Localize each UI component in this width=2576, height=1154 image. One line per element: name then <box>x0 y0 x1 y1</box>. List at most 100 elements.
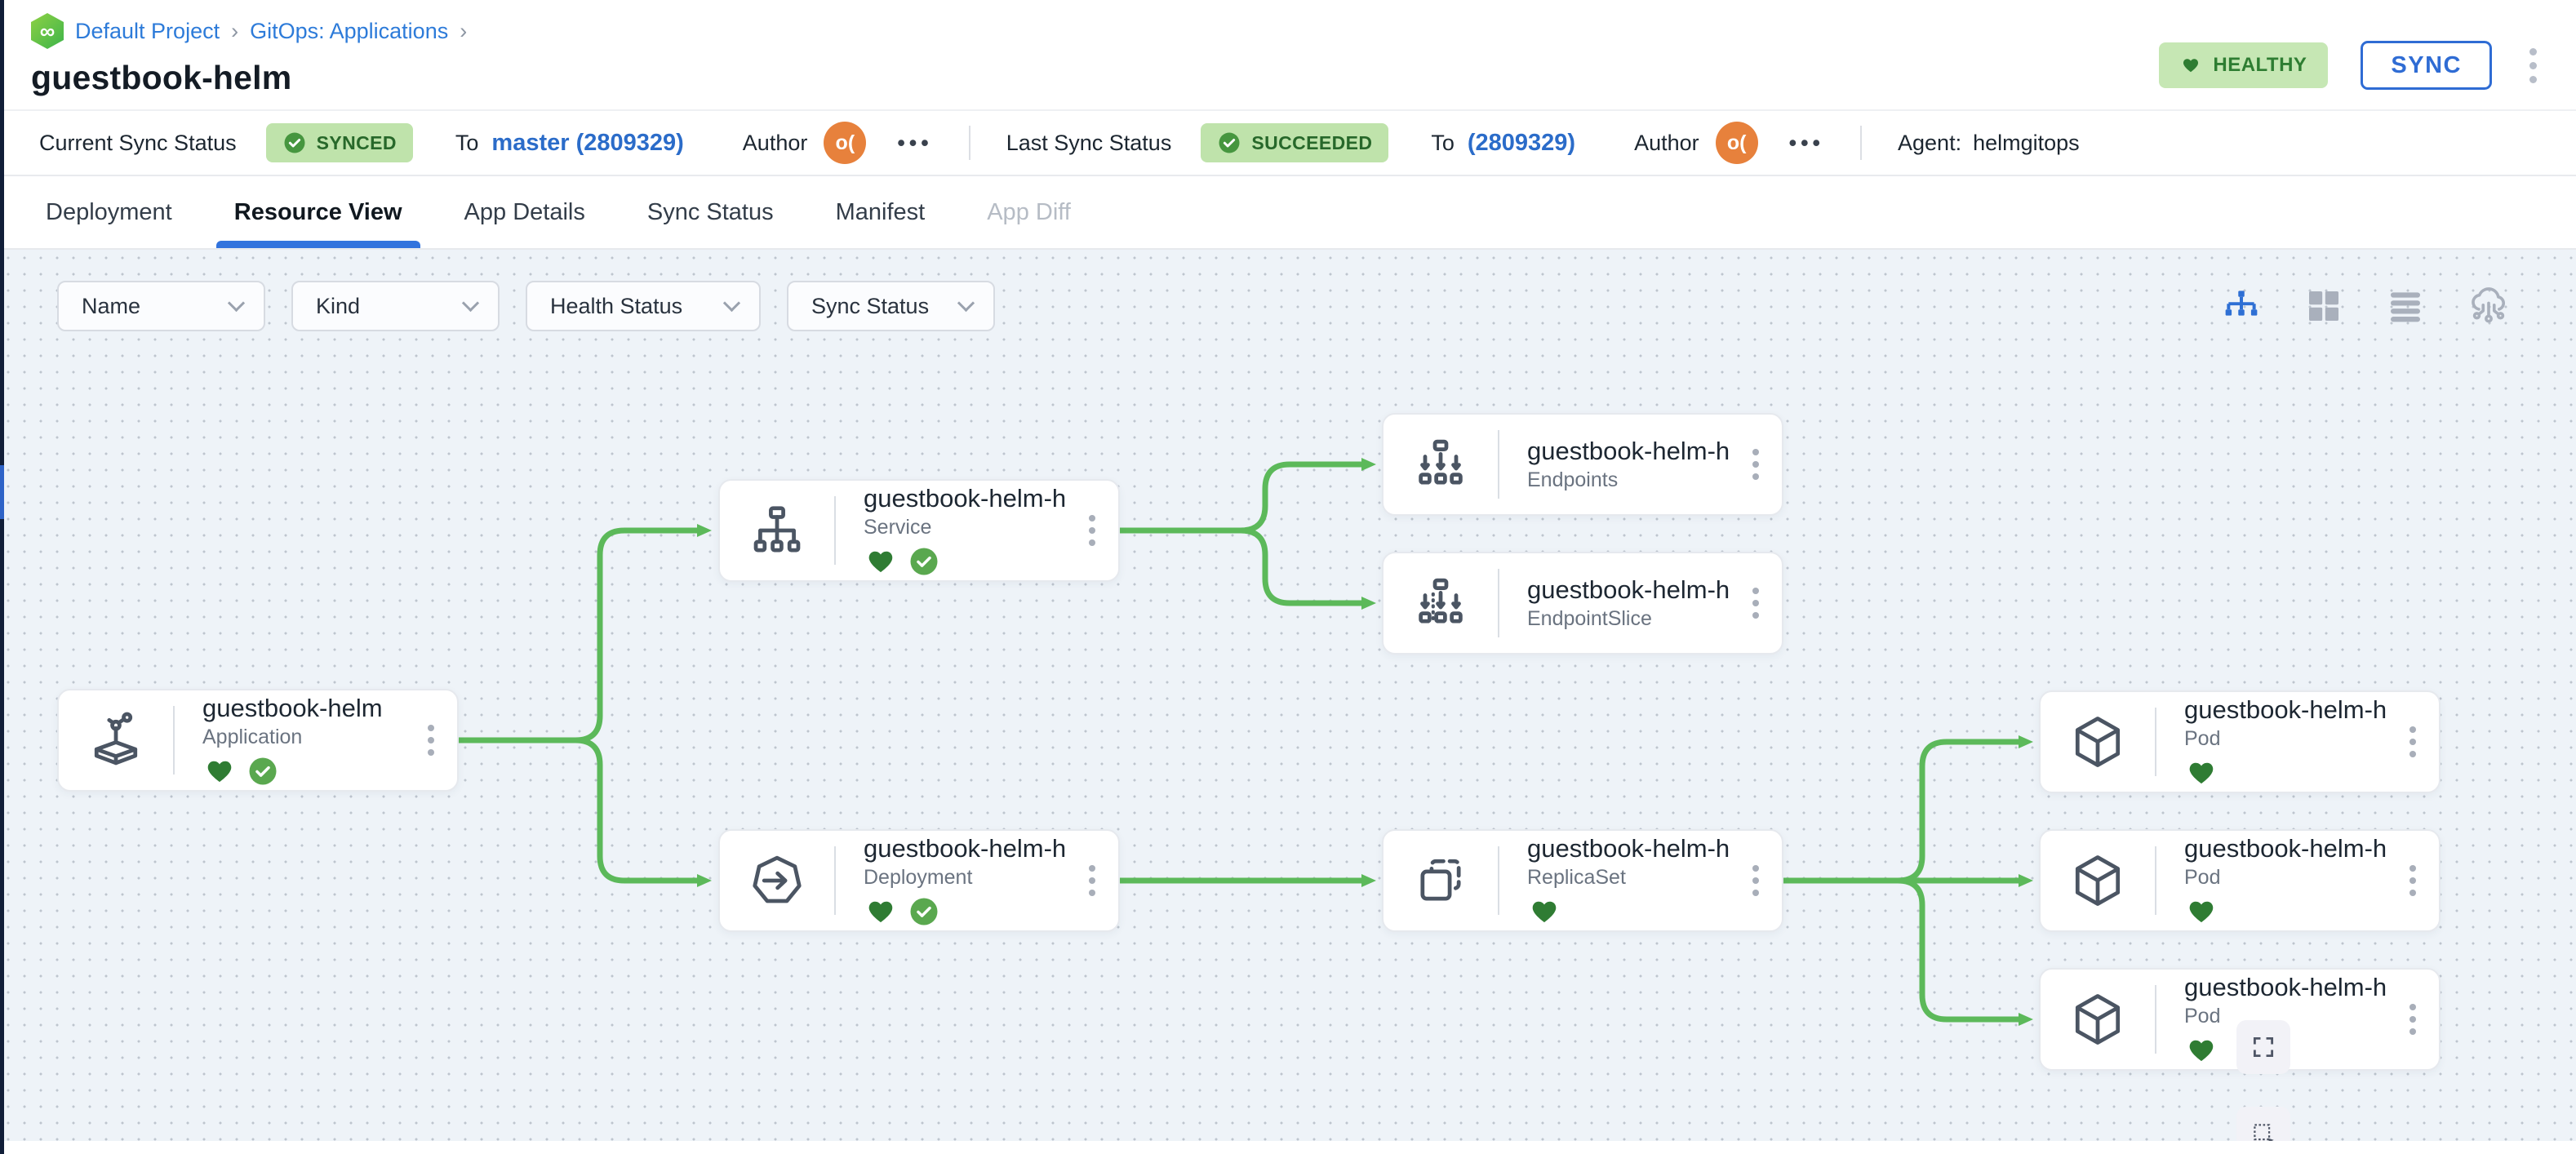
list-view-button[interactable] <box>2383 284 2427 328</box>
agent-value: helmgitops <box>1973 131 2080 156</box>
node-title: guestbook-helm-helm-g... <box>2184 834 2387 863</box>
breadcrumb-separator: › <box>231 19 238 44</box>
healthy-heart-icon <box>2184 1035 2218 1066</box>
tab-sync-status[interactable]: Sync Status <box>616 176 805 248</box>
filter-label: Sync Status <box>811 294 929 319</box>
breadcrumb-link-project[interactable]: Default Project <box>75 19 220 44</box>
filter-sync-status-dropdown[interactable]: Sync Status <box>787 281 995 331</box>
synced-check-icon <box>248 757 278 786</box>
fullscreen-button[interactable] <box>2236 1020 2290 1074</box>
filter-health-status-dropdown[interactable]: Health Status <box>526 281 761 331</box>
node-menu-kebab[interactable] <box>1066 515 1118 546</box>
node-replicaset[interactable]: guestbook-helm-helm-g... ReplicaSet <box>1382 829 1783 932</box>
sync-button[interactable]: SYNC <box>2361 41 2492 90</box>
agent-label: Agent: <box>1898 131 1961 156</box>
healthy-heart-icon <box>864 546 898 577</box>
grid-view-button[interactable] <box>2302 284 2346 328</box>
node-kind: Pod <box>2184 866 2387 890</box>
deployment-icon <box>720 846 836 915</box>
health-status-badge[interactable]: HEALTHY <box>2159 42 2328 88</box>
node-kind: Deployment <box>864 866 1066 890</box>
node-endpointslice[interactable]: guestbook-helm-helm-g... EndpointSlice <box>1382 552 1783 655</box>
selection-box-icon <box>2250 1120 2277 1141</box>
application-icon <box>59 706 175 775</box>
node-menu-kebab[interactable] <box>2387 865 2439 896</box>
filter-label: Kind <box>316 294 360 319</box>
current-sync-badge-label: SYNCED <box>317 132 397 154</box>
page-header: ∞ Default Project › GitOps: Applications… <box>0 0 2576 109</box>
pod-icon <box>2041 708 2156 776</box>
project-logo-icon: ∞ <box>31 13 64 49</box>
filter-kind-dropdown[interactable]: Kind <box>291 281 500 331</box>
current-sync-badge: SYNCED <box>266 123 413 162</box>
node-title: guestbook-helm-helm-g... <box>2184 973 2387 1002</box>
node-title: guestbook-helm <box>202 694 405 723</box>
node-kind: Application <box>202 726 405 749</box>
healthy-heart-icon <box>2184 757 2218 788</box>
check-circle-icon <box>1217 131 1241 155</box>
node-menu-kebab[interactable] <box>2387 726 2439 757</box>
chevron-down-icon <box>228 294 245 311</box>
status-bar: Current Sync Status SYNCED To master (28… <box>0 109 2576 176</box>
node-title: guestbook-helm-helm-g... <box>864 834 1066 863</box>
endpoints-icon <box>1383 430 1499 499</box>
current-revision-link[interactable]: master (2809329) <box>491 130 683 157</box>
node-title: guestbook-helm-helm-g... <box>2184 695 2387 725</box>
synced-check-icon <box>909 897 939 926</box>
last-sync-badge-label: SUCCEEDED <box>1251 132 1372 154</box>
node-kind: ReplicaSet <box>1527 866 1730 890</box>
node-application[interactable]: guestbook-helm Application <box>57 689 459 792</box>
chevron-down-icon <box>957 294 975 311</box>
node-menu-kebab[interactable] <box>1730 588 1782 619</box>
filter-label: Health Status <box>550 294 682 319</box>
fit-selection-button[interactable] <box>2236 1107 2290 1141</box>
tab-manifest[interactable]: Manifest <box>805 176 957 248</box>
resource-graph-canvas[interactable]: Name Kind Health Status Sync Status <box>0 250 2576 1141</box>
breadcrumb-separator: › <box>460 19 467 44</box>
tree-view-button[interactable] <box>2218 283 2264 329</box>
more-authors-button[interactable]: ••• <box>1789 131 1824 156</box>
node-kind: Pod <box>2184 727 2387 751</box>
filter-name-dropdown[interactable]: Name <box>57 281 265 331</box>
author-label: Author <box>743 131 808 156</box>
cloud-view-button[interactable] <box>2465 282 2512 330</box>
app-menu-kebab[interactable] <box>2525 43 2542 88</box>
healthy-heart-icon <box>2184 896 2218 927</box>
tab-resource-view[interactable]: Resource View <box>203 176 433 248</box>
tab-app-details[interactable]: App Details <box>433 176 616 248</box>
app-sidebar-edge <box>0 0 4 1154</box>
node-pod-1[interactable]: guestbook-helm-helm-g... Pod <box>2039 690 2441 793</box>
synced-check-icon <box>909 547 939 576</box>
author-avatar: o( <box>824 122 866 164</box>
check-circle-icon <box>282 131 307 155</box>
health-badge-label: HEALTHY <box>2213 54 2307 77</box>
node-menu-kebab[interactable] <box>1066 865 1118 896</box>
fullscreen-icon <box>2250 1033 2277 1061</box>
sidebar-active-indicator <box>0 465 4 519</box>
node-menu-kebab[interactable] <box>1730 449 1782 480</box>
current-sync-label: Current Sync Status <box>39 131 237 156</box>
node-menu-kebab[interactable] <box>405 725 457 756</box>
node-service[interactable]: guestbook-helm-helm-g... Service <box>718 479 1120 582</box>
node-menu-kebab[interactable] <box>2387 1004 2439 1035</box>
service-icon <box>720 496 836 565</box>
node-kind: EndpointSlice <box>1527 607 1730 631</box>
node-kind: Endpoints <box>1527 468 1730 492</box>
breadcrumb-link-applications[interactable]: GitOps: Applications <box>250 19 448 44</box>
more-authors-button[interactable]: ••• <box>897 131 932 156</box>
node-title: guestbook-helm-helm-g... <box>1527 437 1730 466</box>
tab-deployment[interactable]: Deployment <box>15 176 203 248</box>
node-pod-2[interactable]: guestbook-helm-helm-g... Pod <box>2039 829 2441 932</box>
to-label: To <box>1431 131 1455 156</box>
healthy-heart-icon <box>864 896 898 927</box>
last-revision-link[interactable]: (2809329) <box>1468 130 1575 157</box>
divider <box>969 126 970 160</box>
tab-bar: Deployment Resource View App Details Syn… <box>0 176 2576 250</box>
pod-icon <box>2041 985 2156 1054</box>
author-avatar: o( <box>1716 122 1758 164</box>
view-toggle-group <box>2218 282 2512 330</box>
node-deployment[interactable]: guestbook-helm-helm-g... Deployment <box>718 829 1120 932</box>
node-menu-kebab[interactable] <box>1730 865 1782 896</box>
node-endpoints[interactable]: guestbook-helm-helm-g... Endpoints <box>1382 413 1783 516</box>
author-label: Author <box>1634 131 1699 156</box>
